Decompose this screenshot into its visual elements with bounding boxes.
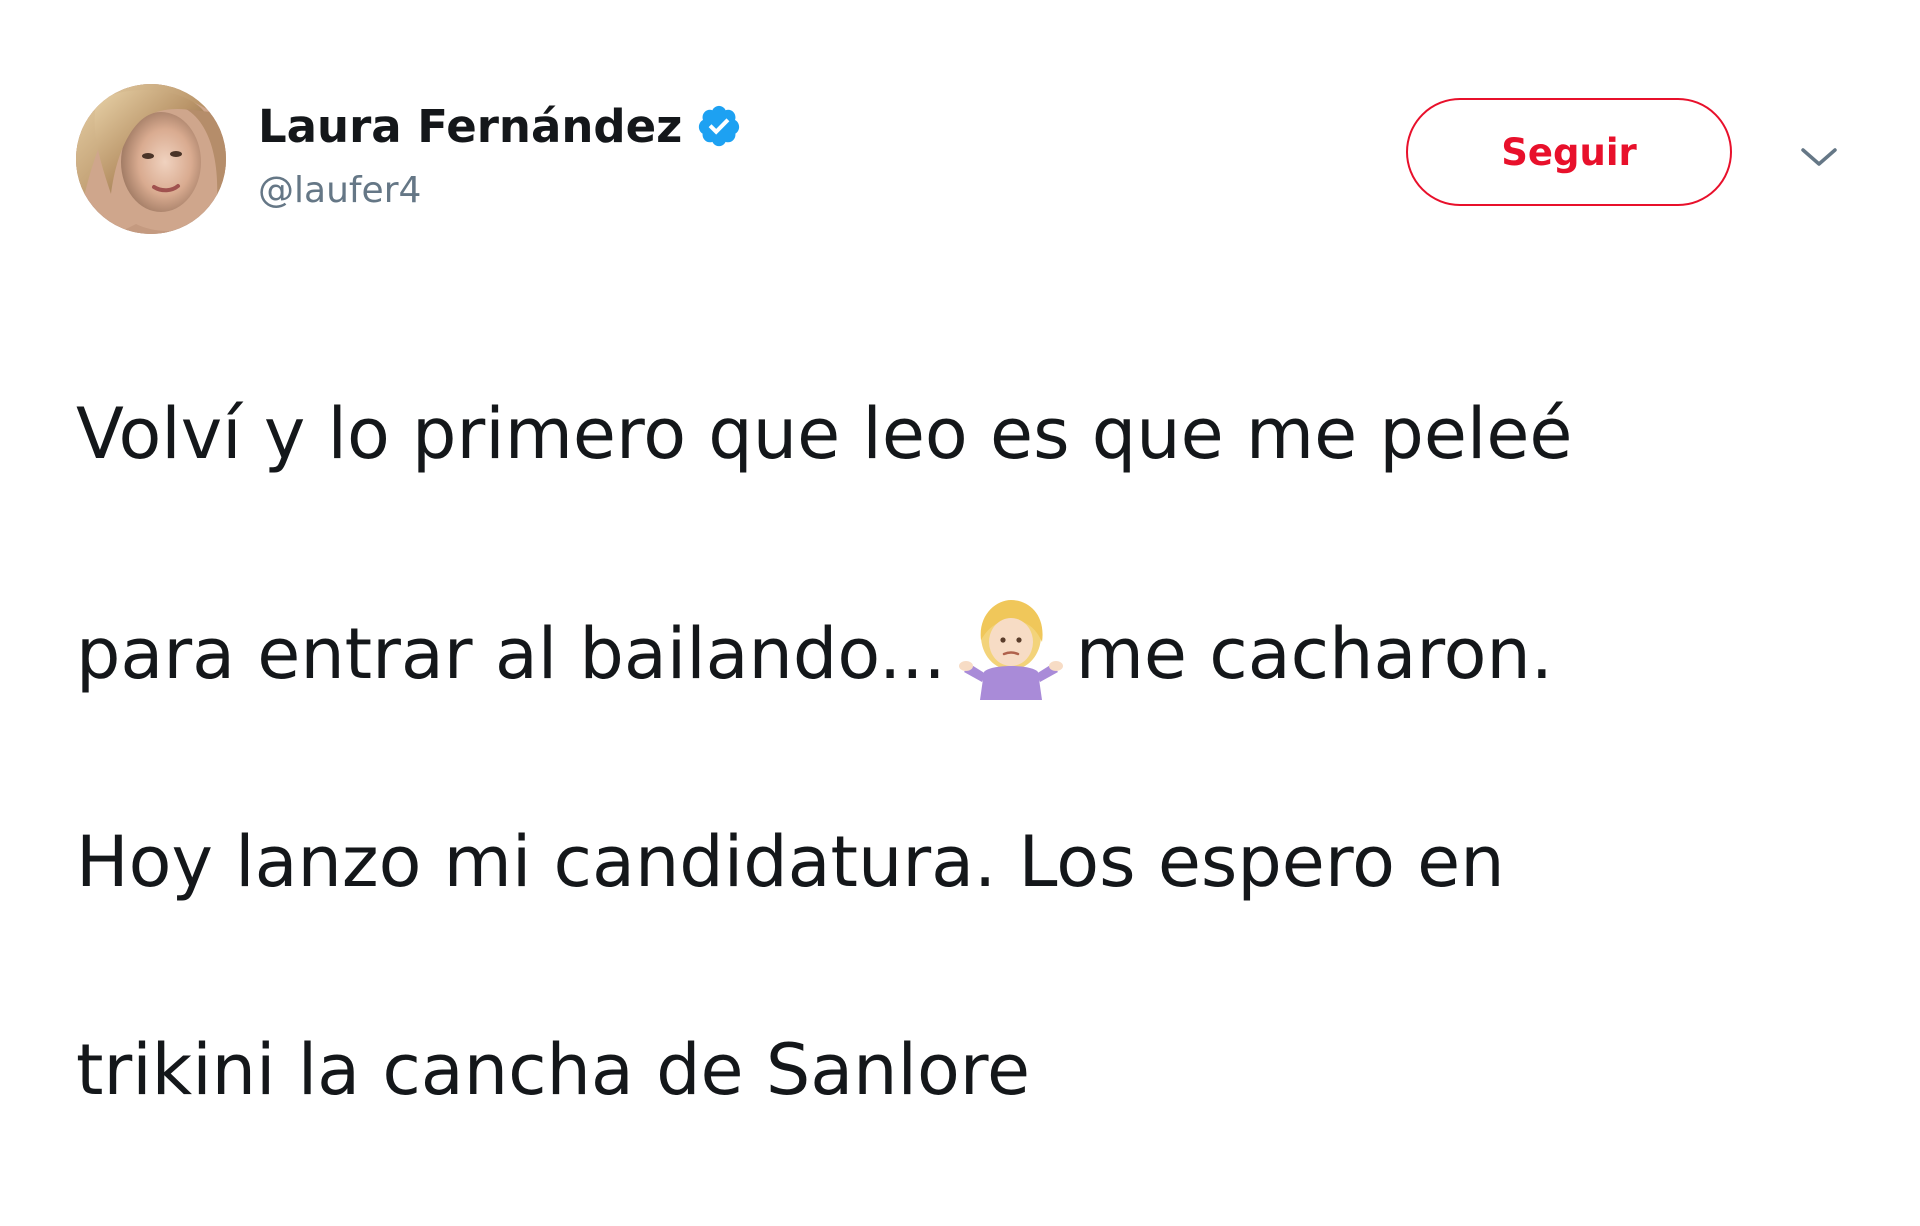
- tweet-line-4: trikini la cancha de Sanlore: [76, 1029, 1031, 1111]
- person-shrugging-emoji-icon: [956, 590, 1066, 700]
- verified-badge-icon: [696, 103, 742, 149]
- tweet-line-2-end: me cacharon.: [1075, 613, 1554, 695]
- user-info: Laura Fernández @laufer4: [258, 96, 742, 211]
- follow-button[interactable]: Seguir: [1406, 98, 1732, 206]
- tweet-text: Volví y lo primero que leo es que me pel…: [76, 278, 1856, 1226]
- name-row: Laura Fernández: [258, 96, 742, 156]
- user-handle[interactable]: @laufer4: [258, 170, 742, 211]
- display-name[interactable]: Laura Fernández: [258, 100, 682, 153]
- tweet-line-3: Hoy lanzo mi candidatura. Los espero en: [76, 821, 1505, 903]
- tweet-line-2-start: para entrar al bailando...: [76, 613, 946, 695]
- tweet-line-1: Volví y lo primero que leo es que me pel…: [76, 393, 1573, 475]
- avatar-photo: [76, 84, 226, 234]
- avatar[interactable]: [76, 84, 226, 234]
- tweet-card: Laura Fernández @laufer4 Seguir Volví y …: [0, 0, 1920, 1111]
- chevron-down-icon[interactable]: [1797, 142, 1841, 172]
- tweet-line-2: para entrar al bailando... me cacharon.: [76, 590, 1856, 706]
